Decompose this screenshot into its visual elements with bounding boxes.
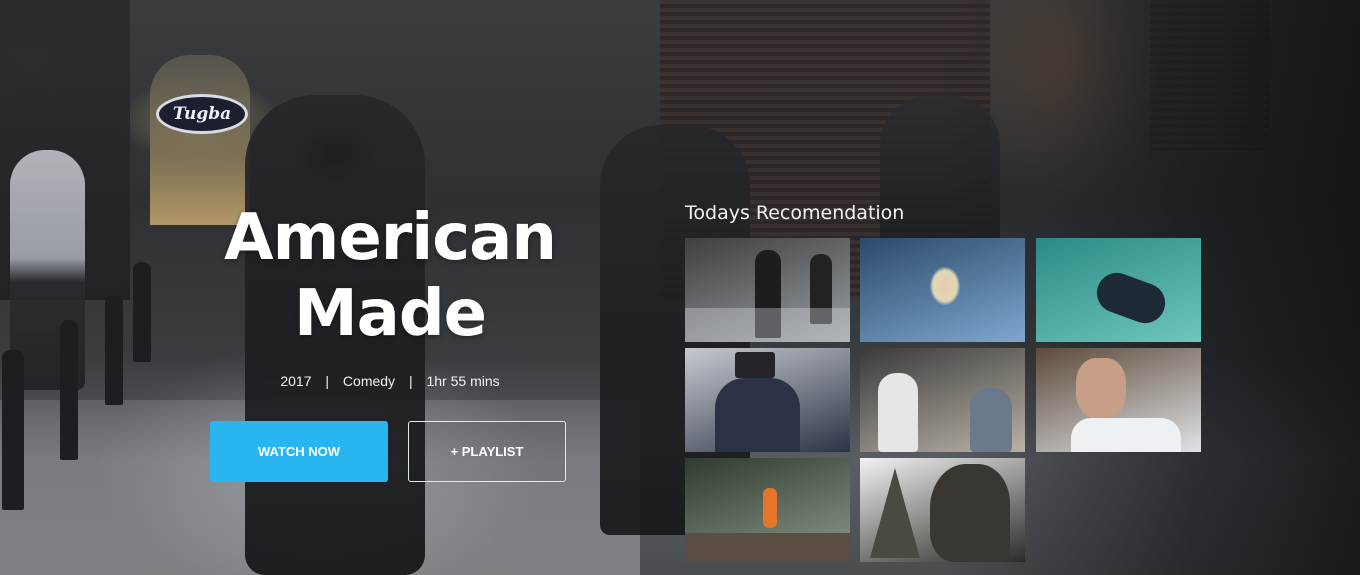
shop-sign: Tugba	[156, 94, 248, 134]
recommendation-tile-blonde-woman-glass[interactable]	[860, 238, 1025, 342]
movie-duration: 1hr 55 mins	[426, 373, 500, 389]
recommendation-tile-hiker-orange-jacket[interactable]	[685, 458, 850, 562]
hero-banner: Tugba American Made 2017 | Comedy | 1hr …	[0, 0, 1360, 575]
recommendation-tile-two-girls-teddy[interactable]	[860, 348, 1025, 452]
add-playlist-button[interactable]: + PLAYLIST	[408, 421, 566, 482]
movie-title-line1: American	[224, 201, 557, 275]
movie-title-line2: Made	[293, 277, 487, 351]
bollard	[133, 262, 151, 362]
movie-year: 2017	[280, 373, 312, 389]
recommendation-tile-woman-underwater[interactable]	[1036, 238, 1201, 342]
bollard	[105, 295, 123, 405]
recommendation-tile-bearded-man-forest[interactable]	[860, 458, 1025, 562]
watch-now-button[interactable]: WATCH NOW	[210, 421, 388, 482]
meta-separator: |	[408, 373, 413, 389]
bollard	[2, 350, 24, 510]
recommendation-tile-street-walkers[interactable]	[685, 238, 850, 342]
recommendation-heading: Todays Recomendation	[685, 202, 905, 224]
movie-title: American Made	[190, 200, 590, 352]
recommendation-tile-man-on-pillow[interactable]	[1036, 348, 1201, 452]
movie-meta: 2017 | Comedy | 1hr 55 mins	[190, 373, 590, 389]
meta-separator: |	[325, 373, 330, 389]
recommendation-tile-man-top-hat[interactable]	[685, 348, 850, 452]
bollard	[60, 320, 78, 460]
recommendation-grid	[685, 238, 1201, 562]
movie-genre: Comedy	[342, 373, 396, 389]
